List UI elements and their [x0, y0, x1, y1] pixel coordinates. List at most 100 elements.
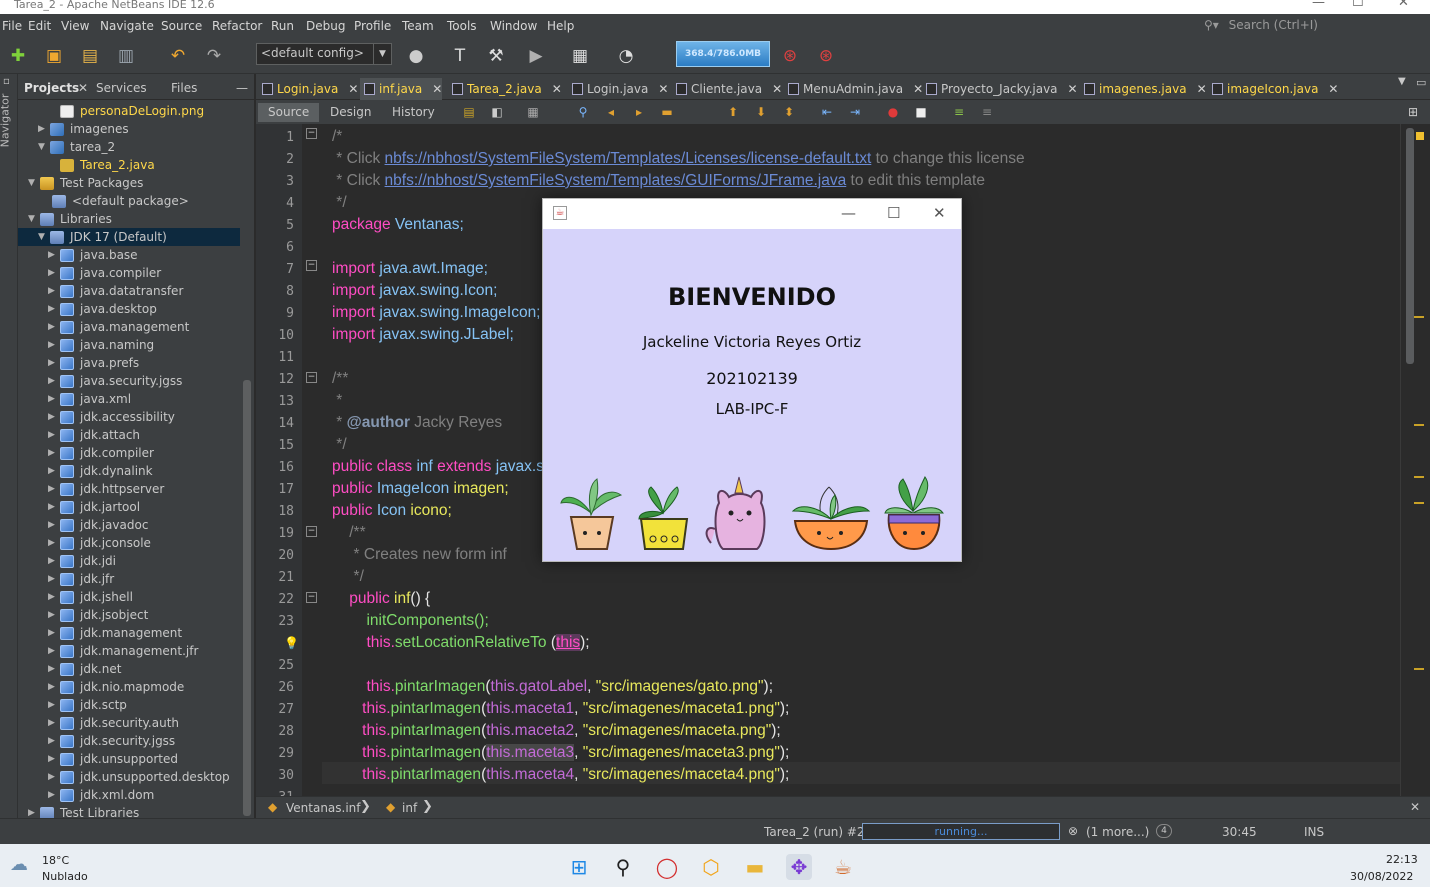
menu-file[interactable]: File [2, 19, 22, 33]
tree-node[interactable]: ▼ tarea_2 [38, 138, 115, 156]
tree-node[interactable]: ▶ java.xml [48, 390, 131, 408]
tree-node[interactable]: ▶ Test Libraries [28, 804, 139, 818]
chevron-right-icon[interactable]: ▶ [48, 412, 60, 422]
tree-node[interactable]: ▶ jdk.httpserver [48, 480, 164, 498]
back-icon[interactable]: ◧ [490, 105, 504, 119]
tree-node[interactable]: ▶ jdk.jartool [48, 498, 140, 516]
tree-node[interactable]: ▶ jdk.security.jgss [48, 732, 175, 750]
run-icon[interactable]: ▶ [524, 44, 548, 68]
close-icon[interactable]: ✕ [552, 82, 562, 96]
tab-files[interactable]: Files [171, 81, 197, 95]
profile-icon[interactable]: ◔ [614, 44, 638, 68]
history-tab[interactable]: History [382, 103, 445, 122]
tab-proyecto-java[interactable]: Proyecto_Jacky.java ✕ [922, 78, 1078, 100]
tree-node[interactable]: ▶ jdk.jdi [48, 552, 116, 570]
chevron-right-icon[interactable]: ▶ [48, 790, 60, 800]
chevron-right-icon[interactable]: ▶ [48, 610, 60, 620]
menu-view[interactable]: View [61, 19, 89, 33]
clean-build-icon[interactable]: ⚒ [484, 44, 508, 68]
tree-node[interactable]: ▼ Test Packages [28, 174, 143, 192]
close-icon[interactable]: ✕ [1398, 0, 1409, 9]
chevron-right-icon[interactable]: ▶ [48, 358, 60, 368]
chevron-right-icon[interactable]: ▶ [48, 304, 60, 314]
more-tasks-link[interactable]: (1 more...) [1086, 825, 1149, 839]
tree-node[interactable]: ▶ jdk.unsupported.desktop [48, 768, 230, 786]
tree-node[interactable]: <default package> [40, 192, 189, 210]
welcome-dialog[interactable]: ☕ — ☐ ✕ BIENVENIDO Jackeline Victoria Re… [542, 198, 962, 562]
new-file-icon[interactable]: ✚ [6, 44, 30, 68]
comment-icon[interactable]: ≡ [952, 105, 966, 119]
warning-mark[interactable] [1414, 424, 1424, 426]
tab-imagenes-java[interactable]: imagenes.java ✕ [1080, 78, 1207, 100]
windows-icon[interactable]: ▫ [3, 76, 10, 87]
breadcrumb-item[interactable]: inf [402, 801, 417, 815]
chevron-right-icon[interactable]: ▶ [48, 628, 60, 638]
fold-icon[interactable]: − [306, 592, 317, 603]
tree-node[interactable]: ▶ jdk.attach [48, 426, 140, 444]
chevron-right-icon[interactable]: ▶ [38, 124, 50, 134]
maximize-editor-icon[interactable]: ▭ [1416, 76, 1426, 89]
tree-node[interactable]: ▶ jdk.net [48, 660, 121, 678]
new-project-icon[interactable]: ▣ [42, 44, 66, 68]
menu-refactor[interactable]: Refactor [212, 19, 262, 33]
chevron-right-icon[interactable]: ▶ [48, 340, 60, 350]
chevron-right-icon[interactable]: ▶ [28, 808, 40, 818]
tree-node[interactable]: ▶ jdk.dynalink [48, 462, 153, 480]
chevron-right-icon[interactable]: ▶ [48, 538, 60, 548]
find-selection-icon[interactable]: ▬ [660, 105, 674, 119]
opera-icon[interactable]: ◯ [654, 854, 680, 880]
chevron-down-icon[interactable]: ▼ [38, 142, 50, 152]
chevron-right-icon[interactable]: ▶ [48, 484, 60, 494]
chevron-right-icon[interactable]: ▶ [48, 466, 60, 476]
menu-profile[interactable]: Profile [354, 19, 391, 33]
chevron-right-icon[interactable]: ▶ [48, 700, 60, 710]
save-all-icon[interactable]: ▥ [114, 44, 138, 68]
tree-node[interactable]: ▶ jdk.compiler [48, 444, 154, 462]
menu-edit[interactable]: Edit [28, 19, 51, 33]
build-icon[interactable]: T [448, 44, 472, 68]
warning-mark[interactable] [1414, 668, 1424, 670]
tab-imageicon-java[interactable]: imageIcon.java ✕ [1208, 78, 1338, 100]
tab-login-java[interactable]: Login.java ✕ [258, 78, 358, 100]
notifications-badge[interactable]: 4 [1156, 824, 1172, 838]
chevron-right-icon[interactable]: ▶ [48, 268, 60, 278]
close-icon[interactable]: ✕ [1410, 800, 1420, 814]
scrollbar[interactable] [243, 380, 251, 816]
find-prev-icon[interactable]: ◂ [604, 105, 618, 119]
chevron-right-icon[interactable]: ▶ [48, 520, 60, 530]
minimize-panel-icon[interactable]: — [236, 81, 248, 95]
fold-icon[interactable]: − [306, 372, 317, 383]
search-box[interactable]: ⚲▾ Search (Ctrl+I) [1204, 18, 1426, 35]
chevron-right-icon[interactable]: ▶ [48, 574, 60, 584]
menu-source[interactable]: Source [161, 19, 202, 33]
dialog-title-bar[interactable]: ☕ — ☐ ✕ [543, 199, 961, 229]
split-icon[interactable]: ⊞ [1406, 105, 1420, 119]
tree-node[interactable]: ▶ jdk.jfr [48, 570, 114, 588]
chevron-down-icon[interactable]: ▼ [28, 178, 40, 188]
chevron-right-icon[interactable]: ▶ [48, 754, 60, 764]
tree-node[interactable]: ▶ java.naming [48, 336, 154, 354]
tree-node[interactable]: ▶ jdk.jconsole [48, 534, 151, 552]
memory-indicator[interactable]: 368.4/786.0MB [676, 41, 770, 67]
tree-node[interactable]: ▼ Libraries [28, 210, 112, 228]
uncomment-icon[interactable]: ≡ [980, 105, 994, 119]
last-edit-icon[interactable]: ▤ [462, 105, 476, 119]
close-icon[interactable]: ✕ [78, 81, 88, 95]
tree-node-selected[interactable]: ▼ JDK 17 (Default) [18, 228, 240, 246]
menu-tools[interactable]: Tools [447, 19, 477, 33]
tree-node[interactable]: ▶ jdk.jsobject [48, 606, 148, 624]
weather-icon[interactable]: ☁ [10, 854, 28, 875]
start-macro-icon[interactable]: ● [886, 105, 900, 119]
tree-node[interactable]: ▶ java.management [48, 318, 189, 336]
java-icon[interactable]: ☕ [830, 854, 856, 880]
tree-node[interactable]: ▶ java.datatransfer [48, 282, 183, 300]
prev-bookmark-icon[interactable]: ⬆ [726, 105, 740, 119]
hint-bulb-icon[interactable]: 💡 [284, 636, 299, 650]
navigator-tab[interactable]: Navigator [0, 94, 11, 148]
minimize-icon[interactable]: — [1312, 0, 1325, 9]
tab-tarea2-java[interactable]: Tarea_2.java ✕ [448, 78, 562, 100]
tab-menuadmin-java[interactable]: MenuAdmin.java ✕ [784, 78, 923, 100]
tree-node[interactable]: ▶ jdk.javadoc [48, 516, 148, 534]
chevron-right-icon[interactable]: ▶ [48, 592, 60, 602]
tree-node[interactable]: ▶ jdk.security.auth [48, 714, 179, 732]
